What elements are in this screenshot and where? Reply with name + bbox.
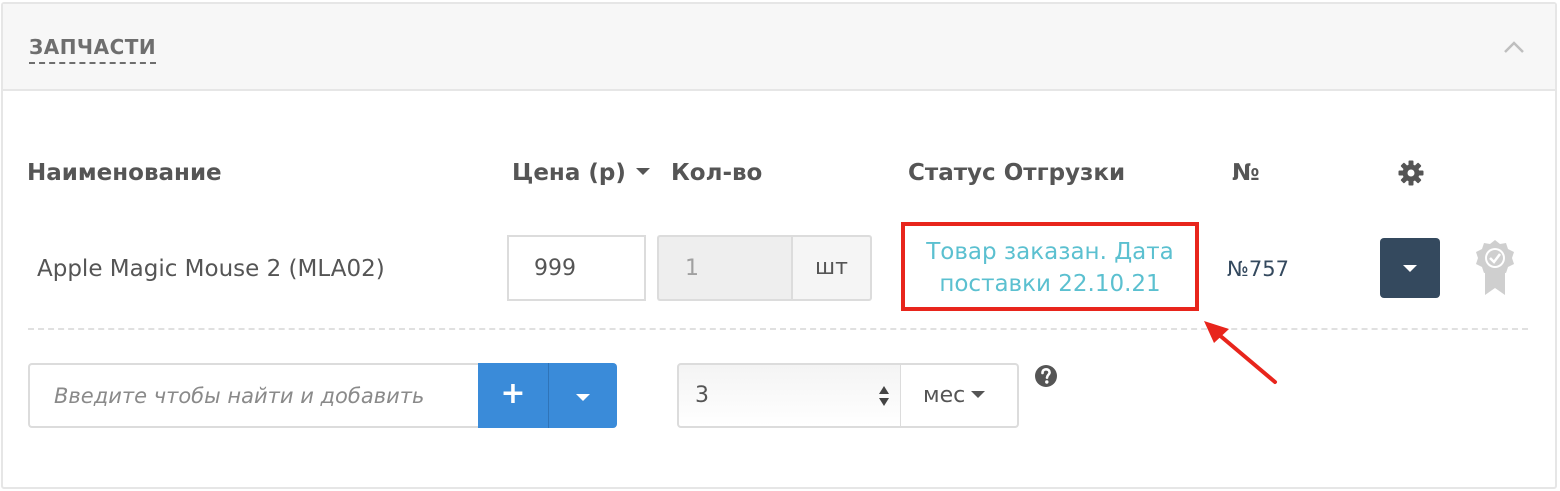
gear-icon[interactable] [1397,159,1425,187]
search-add-input[interactable] [28,363,480,428]
column-header-price-label: Цена (р) [512,160,626,186]
period-value: 3 [695,383,709,408]
period-unit-label: мес [923,383,966,408]
annotation-arrow [1204,321,1277,384]
sort-caret-icon [635,168,650,175]
caret-down-icon [971,391,986,398]
order-number: №757 [1227,257,1289,281]
shipment-status-link[interactable]: Товар заказан. Дата поставки 22.10.21 [905,236,1195,300]
column-header-price[interactable]: Цена (р) [512,159,650,187]
period-unit-dropdown[interactable]: мес [901,363,1019,428]
caret-down-icon [1403,265,1417,272]
caret-down-icon [576,394,590,401]
price-input[interactable] [507,235,646,301]
chevron-up-icon[interactable] [1499,34,1529,60]
panel-header: ЗАПЧАСТИ [3,4,1555,91]
row-separator [28,328,1528,330]
quantity-unit: шт [791,235,872,301]
add-options-dropdown-button[interactable] [549,363,617,428]
award-badge-icon[interactable] [1474,238,1516,298]
column-header-qty: Кол-во [671,160,763,186]
add-item-button[interactable]: + [478,363,549,428]
spinner-arrows-icon[interactable] [878,384,890,408]
column-header-name: Наименование [27,160,222,186]
question-circle-icon[interactable] [1034,364,1058,388]
period-stepper[interactable]: 3 [677,363,902,428]
column-header-status: Статус Отгрузки [908,160,1126,186]
quantity-input [657,235,792,301]
item-name: Apple Magic Mouse 2 (MLA02) [37,256,385,282]
panel-title[interactable]: ЗАПЧАСТИ [29,35,157,64]
row-actions-dropdown-button[interactable] [1380,238,1440,298]
column-header-number: № [1232,160,1260,186]
status-highlight-box: Товар заказан. Дата поставки 22.10.21 [901,222,1199,311]
